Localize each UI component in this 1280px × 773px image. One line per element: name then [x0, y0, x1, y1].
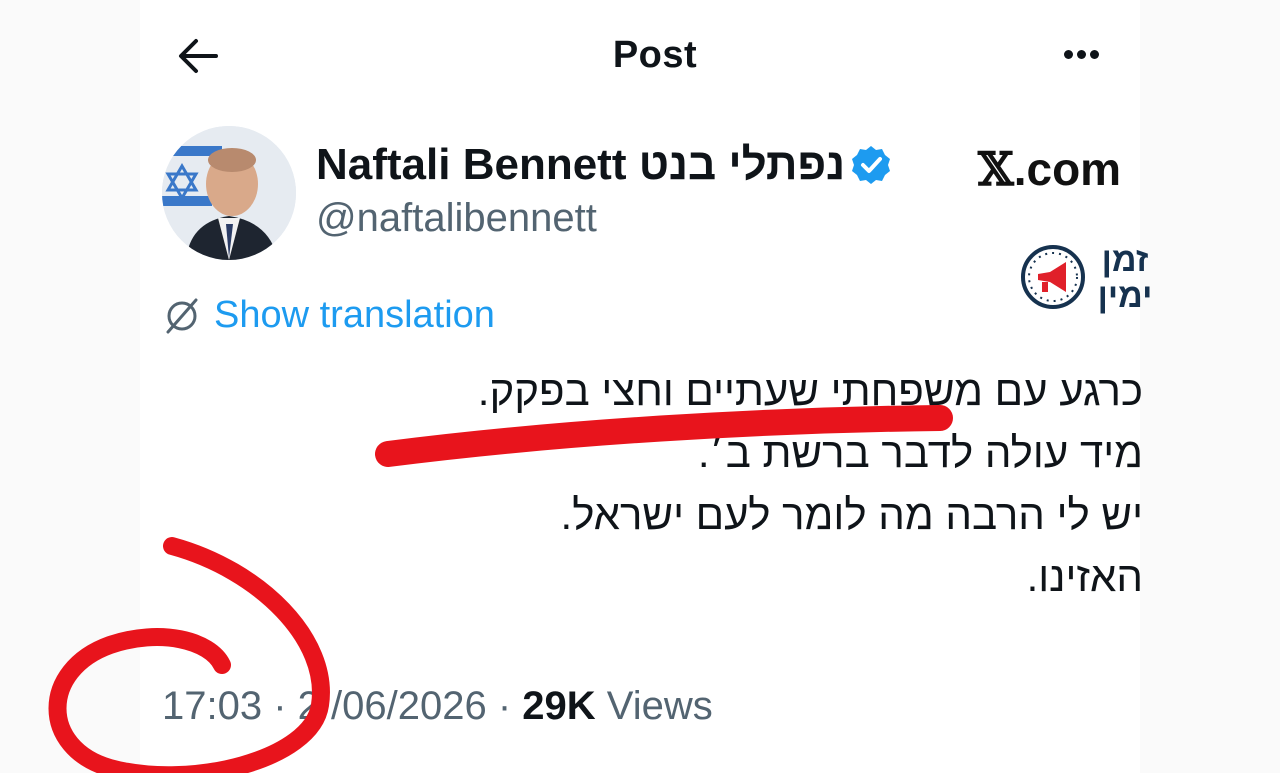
more-horizontal-icon[interactable]: [1064, 40, 1116, 70]
author-handle[interactable]: @naftalibennett: [316, 196, 597, 241]
tweet-line: יש לי הרבה מה לומר לעם ישראל.: [560, 491, 1143, 538]
tweet-date[interactable]: 2 /06/2026: [298, 684, 487, 728]
tweet-line: האזינו.: [1026, 553, 1143, 600]
top-bar: Post: [0, 0, 1280, 110]
arrow-left-icon[interactable]: [176, 36, 220, 76]
tweet-line: מיד עולה לדבר ברשת ב׳.: [697, 429, 1143, 476]
views-count[interactable]: 29K: [522, 684, 595, 728]
show-translation-link[interactable]: Show translation: [214, 294, 495, 337]
brand-line-2: ימין: [1097, 277, 1153, 315]
megaphone-clock-icon: [1021, 245, 1085, 309]
brand-wordmark: זמן ימין: [1088, 242, 1162, 314]
verified-badge-icon: [852, 146, 890, 184]
tweet-text: כרגע עם משפחתי שעתיים וחצי בפקק. מיד עול…: [343, 360, 1143, 608]
xcom-watermark: 𝕏.com: [978, 142, 1121, 196]
author-display-name[interactable]: Naftali Bennett נפתלי בנט: [316, 140, 845, 190]
x-logo-icon: 𝕏: [978, 142, 1014, 196]
xcom-watermark-suffix: .com: [1013, 143, 1122, 195]
avatar[interactable]: [162, 126, 296, 260]
brand-logo: זמן ימין: [1018, 240, 1163, 320]
meta-separator: ·: [486, 684, 523, 728]
tweet-line: כרגע עם משפחתי שעתיים וחצי בפקק.: [477, 367, 1143, 414]
translate-icon[interactable]: [162, 296, 202, 336]
page-title: Post: [612, 34, 698, 76]
tweet-time[interactable]: 17:03: [162, 684, 262, 728]
views-label[interactable]: Views: [596, 684, 713, 728]
tweet-meta: 17:03 · 2 /06/2026 · 29K Views: [162, 684, 713, 729]
brand-line-1: זמן: [1101, 241, 1149, 279]
meta-separator: ·: [262, 684, 298, 728]
